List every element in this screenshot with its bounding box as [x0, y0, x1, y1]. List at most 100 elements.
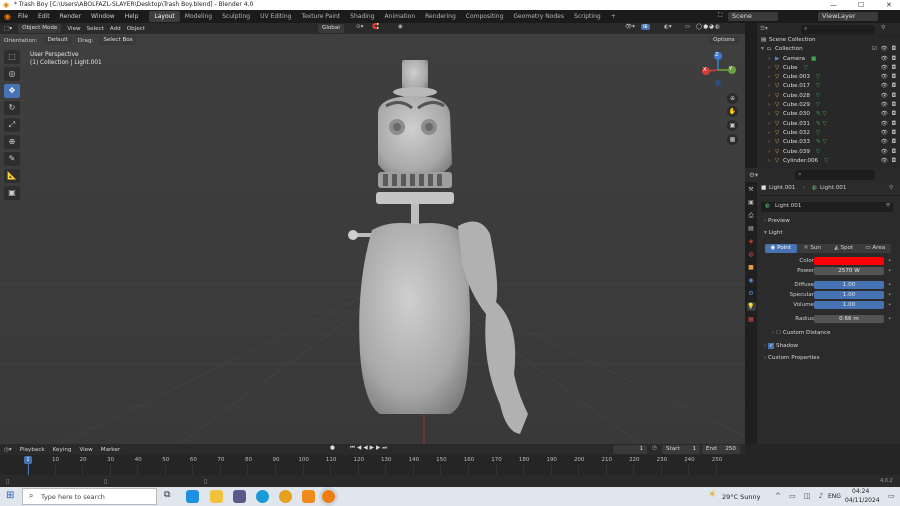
collection-row[interactable]: ▾ ▫ Collection ☑ 👁 ◘ — [757, 45, 900, 54]
playhead[interactable]: 1 — [24, 456, 32, 464]
shading-modes-icon[interactable]: ◯●◕◍ — [696, 24, 721, 30]
radius-field[interactable]: 0.66 m — [814, 315, 884, 323]
tab-sculpting[interactable]: Sculpting — [217, 11, 255, 22]
playback-controls-icon[interactable]: ⏮◀◀▶▶⏭ — [350, 445, 389, 452]
visibility-toggles-icon[interactable]: 👁 ◘ — [881, 110, 897, 119]
move-icon[interactable]: ✥ — [4, 84, 20, 98]
outliner-item[interactable]: › ▽ Cube.032 ▽ 👁 ◘ — [757, 129, 900, 138]
specular-field[interactable]: 1.00 — [814, 291, 884, 299]
outliner-item[interactable]: › ▽ Cube.028 ▽ 👁 ◘ — [757, 92, 900, 101]
output-tab-icon[interactable]: ⎙ — [747, 211, 756, 220]
tab-shading[interactable]: Shading — [345, 11, 379, 22]
outliner-type-icon[interactable]: ☰▾ — [760, 26, 768, 32]
fake-user-icon[interactable]: ⛨ — [886, 203, 890, 210]
visibility-toggles-icon[interactable]: 👁 ◘ — [881, 148, 897, 157]
measure-icon[interactable]: 📐 — [4, 169, 20, 183]
visibility-toggles-icon[interactable]: 👁 ◘ — [881, 138, 897, 147]
world-tab-icon[interactable]: ◍ — [747, 250, 756, 259]
start-frame-field[interactable]: Start 1 — [662, 445, 700, 454]
pivot-icon[interactable]: ⊙▾ — [356, 24, 364, 30]
constraints-tab-icon[interactable]: ⚙ — [747, 289, 756, 298]
mode-selector[interactable]: Object Mode — [18, 24, 62, 33]
keyframe-dot-icon[interactable]: • — [888, 281, 891, 290]
playback-menu[interactable]: Playback — [20, 447, 45, 453]
notifications-icon[interactable]: ▭ — [888, 492, 895, 500]
outliner-item[interactable]: › ▽ Cube.030 ✎ ▽ 👁 ◘ — [757, 110, 900, 119]
scene-selector[interactable]: Scene — [728, 12, 778, 21]
expand-icon[interactable]: › — [768, 64, 770, 73]
orientation-selector[interactable]: Default — [43, 36, 72, 45]
outliner-item[interactable]: › ▽ Cylinder.006 ▽ 👁 ◘ — [757, 157, 900, 166]
cursor-icon[interactable]: ◎ — [4, 67, 20, 81]
tab-rendering[interactable]: Rendering — [420, 11, 461, 22]
pin-icon[interactable]: ⚲ — [889, 185, 893, 191]
record-icon[interactable]: ● — [330, 445, 335, 451]
mail-icon[interactable] — [186, 490, 199, 503]
expand-icon[interactable]: › — [768, 82, 770, 91]
zoom-icon[interactable]: ⊕ — [727, 93, 738, 104]
outliner-item[interactable]: › ▽ Cube ▽ 👁 ◘ — [757, 64, 900, 73]
expand-icon[interactable]: › — [768, 101, 770, 110]
visibility-toggles-icon[interactable]: 👁 ◘ — [881, 120, 897, 129]
menu-object[interactable]: Object — [127, 26, 145, 32]
visibility-toggles-icon[interactable]: 👁 ◘ — [881, 129, 897, 138]
menu-help[interactable]: Help — [120, 10, 144, 23]
tab-animation[interactable]: Animation — [380, 11, 421, 22]
tab-scripting[interactable]: Scripting — [569, 11, 606, 22]
scale-icon[interactable]: ⤢ — [4, 118, 20, 132]
grid-view-icon[interactable]: ▦ — [727, 134, 738, 145]
light-datablock-field[interactable]: ◍ Light.001 ⛨ — [761, 202, 893, 212]
clock-date[interactable]: 04/11/2024 — [845, 497, 880, 504]
diffuse-field[interactable]: 1.00 — [814, 281, 884, 289]
annotate-icon[interactable]: ✎ — [4, 152, 20, 166]
visibility-icon[interactable]: 👁▾ — [625, 24, 635, 30]
options-button[interactable]: Options — [709, 36, 739, 45]
light-data-tab-icon[interactable]: 💡 — [746, 302, 756, 311]
transform-icon[interactable]: ⊕ — [4, 135, 20, 149]
transform-orientation[interactable]: Global — [318, 24, 344, 33]
expand-icon[interactable]: › — [768, 138, 770, 147]
view-layer-tab-icon[interactable]: ▤ — [747, 224, 756, 233]
blender-taskbar-icon[interactable] — [322, 490, 335, 503]
texture-tab-icon[interactable]: ▦ — [747, 315, 756, 324]
current-frame-field[interactable]: 1 — [613, 445, 647, 454]
checkbox-icon[interactable]: ☐ — [776, 330, 781, 336]
tab-texture-paint[interactable]: Texture Paint — [296, 11, 345, 22]
blender-menu-icon[interactable]: ◉ — [4, 12, 11, 21]
visibility-toggles-icon[interactable]: 👁 ◘ — [881, 82, 897, 91]
expand-icon[interactable]: › — [768, 73, 770, 82]
pan-hand-icon[interactable]: ✋ — [727, 106, 738, 117]
task-view-icon[interactable]: ⧉ — [164, 490, 170, 500]
tab-modeling[interactable]: Modeling — [180, 11, 217, 22]
editor-type-icon[interactable]: ⬚▾ — [4, 26, 12, 32]
keyframe-dot-icon[interactable]: • — [888, 291, 891, 300]
outliner-item[interactable]: › ▽ Cube.003 ▽ 👁 ◘ — [757, 73, 900, 82]
taskbar-search-input[interactable]: ⌕ Type here to search — [22, 488, 157, 505]
timeline-view-menu[interactable]: View — [79, 447, 92, 453]
light-type-spot[interactable]: ◭ Spot — [828, 244, 860, 253]
custom-properties-header[interactable]: › Custom Properties — [764, 355, 820, 361]
visibility-toggles-icon[interactable]: 👁 ◘ — [881, 157, 897, 166]
windows-start-icon[interactable]: ⊞ — [6, 490, 14, 501]
menu-view[interactable]: View — [67, 26, 80, 32]
outliner-item[interactable]: › ▽ Cube.039 ▽ 👁 ◘ — [757, 148, 900, 157]
render-tab-icon[interactable]: ▣ — [747, 198, 756, 207]
outliner-item[interactable]: › ▽ Cube.031 ✎ ▽ 👁 ◘ — [757, 120, 900, 129]
timeline-ruler[interactable]: 0102030405060708090100110120130140150160… — [0, 455, 745, 475]
keyframe-dot-icon[interactable]: • — [888, 315, 891, 324]
close-button[interactable]: ✕ — [886, 0, 892, 10]
menu-file[interactable]: File — [13, 10, 33, 23]
keying-menu[interactable]: Keying — [53, 447, 72, 453]
outliner-item[interactable]: › ▽ Cube.029 ▽ 👁 ◘ — [757, 101, 900, 110]
outliner-item[interactable]: › ▶ Camera ■ 👁 ◘ — [757, 55, 900, 64]
shadow-checkbox-icon[interactable]: ✓ — [768, 343, 775, 349]
visibility-toggles-icon[interactable]: 👁 ◘ — [881, 73, 897, 82]
add-cube-icon[interactable]: ▣ — [4, 186, 20, 200]
visibility-toggles-icon[interactable]: 👁 ◘ — [881, 64, 897, 73]
viewlayer-selector[interactable]: ViewLayer — [818, 12, 878, 21]
select-box-icon[interactable]: ⬚ — [4, 50, 20, 64]
vlc-icon[interactable] — [302, 490, 315, 503]
filter-icon[interactable]: ⚲ — [881, 25, 885, 31]
outliner-item[interactable]: › ▽ Cube.017 ▽ 👁 ◘ — [757, 82, 900, 91]
light-panel-header[interactable]: ▾ Light — [764, 230, 783, 236]
